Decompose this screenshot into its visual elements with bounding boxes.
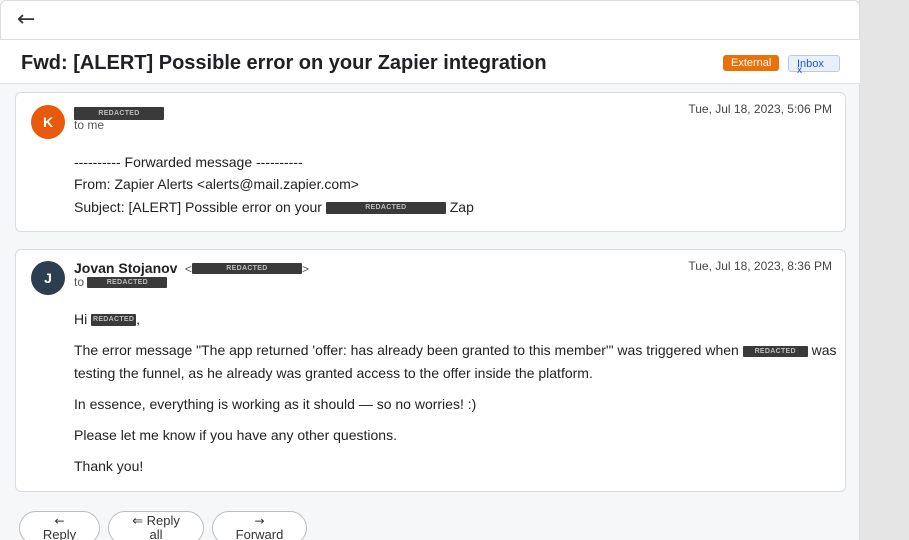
sender-name: Jovan Stojanov: [74, 260, 178, 276]
forward-subject-line: Subject: [ALERT] Possible error on your …: [74, 199, 474, 215]
paragraph-4: Thank you!: [74, 458, 144, 474]
external-badge: External: [723, 55, 780, 71]
message-card-forwarded: K REDACTED to me Tue, Jul 18, 2023, 5:06…: [15, 92, 846, 232]
greeting: Hi REDACTED,: [74, 311, 140, 327]
message-date: Tue, Jul 18, 2023, 5:06 PM: [688, 102, 832, 116]
redacted-block: REDACTED: [325, 202, 446, 215]
greeting-word: Hi: [74, 311, 88, 327]
avatar: K: [31, 105, 65, 139]
reply-all-label: all: [149, 527, 163, 540]
email-view-panel: ← Fwd: [ALERT] Possible error on your Za…: [0, 0, 860, 540]
subject-suffix: Zap: [449, 199, 474, 215]
inbox-label-chip[interactable]: Inbox x: [788, 55, 840, 76]
paragraph-1-line-1: The error message "The app returned 'off…: [74, 342, 837, 358]
greeting-punct: ,: [136, 311, 141, 327]
paragraph-1-line-2: testing the funnel, as he already was gr…: [74, 365, 593, 381]
subject-prefix: Subject: [ALERT] Possible error on your: [74, 199, 322, 215]
recipient-line[interactable]: to REDACTED: [74, 275, 168, 289]
redacted-person: REDACTED: [742, 345, 808, 357]
avatar: J: [31, 261, 65, 295]
reply-arrow-icon: ←: [54, 514, 65, 528]
to-prefix: to: [74, 275, 85, 289]
reply-all-button[interactable]: ⇐ Reply all: [108, 511, 204, 540]
remove-label-icon[interactable]: x: [797, 65, 802, 77]
email-close-bracket: >: [301, 262, 309, 276]
back-arrow-icon[interactable]: ←: [17, 9, 35, 31]
message-card-reply: J Jovan Stojanov < REDACTED > to REDACTED …: [15, 249, 846, 492]
forward-header: ---------- Forwarded message ----------: [74, 154, 303, 170]
paragraph-3: Please let me know if you have any other…: [74, 427, 397, 443]
thread-subject: Fwd: [ALERT] Possible error on your Zapi…: [21, 52, 547, 74]
reply-all-icon: ⇐ Reply: [132, 513, 180, 528]
paragraph-1-start: The error message "The app returned 'off…: [74, 342, 739, 358]
forward-button[interactable]: → Forward: [212, 511, 307, 540]
reply-button[interactable]: ← Reply: [19, 511, 100, 540]
forward-arrow-icon: →: [254, 514, 265, 528]
paragraph-2: In essence, everything is working as it …: [74, 396, 477, 412]
redacted-email: REDACTED: [191, 263, 302, 275]
recipient-line[interactable]: to me: [74, 118, 104, 132]
redacted-recipient: REDACTED: [87, 277, 168, 289]
email-open-bracket: <: [184, 262, 192, 276]
reply-label: Reply: [42, 527, 77, 540]
message-date: Tue, Jul 18, 2023, 8:36 PM: [688, 259, 832, 273]
forward-from-line: From: Zapier Alerts <alerts@mail.zapier.…: [74, 176, 359, 192]
redacted-name: REDACTED: [91, 314, 137, 327]
forward-label: Forward: [235, 527, 284, 540]
paragraph-1-mid: was: [811, 342, 837, 358]
subject-bar: Fwd: [ALERT] Possible error on your Zapi…: [0, 40, 860, 84]
top-toolbar: ←: [0, 0, 860, 40]
